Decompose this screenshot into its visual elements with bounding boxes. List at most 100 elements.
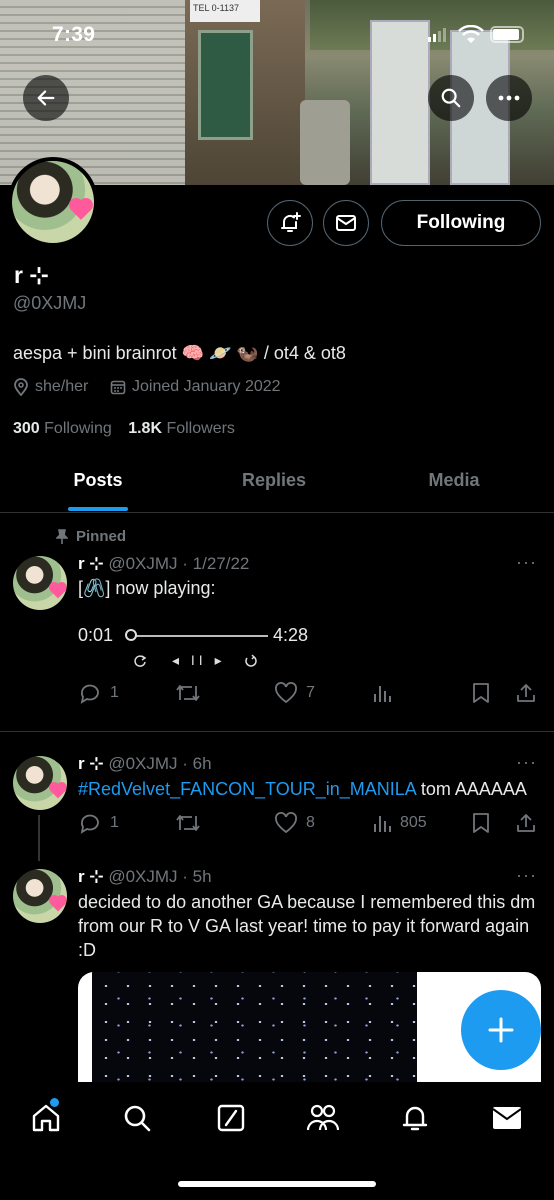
nav-explore[interactable] [117, 1098, 157, 1138]
tweet-author-name[interactable]: r ⊹ [78, 754, 104, 773]
tweet-author-name[interactable]: r ⊹ [78, 554, 104, 573]
tweet-header: r ⊹ @0XJMJ · 6h [78, 754, 212, 774]
like-count: 8 [306, 814, 315, 831]
bookmark-icon[interactable] [471, 682, 491, 704]
pinned-indicator: Pinned [56, 528, 126, 545]
following-link[interactable]: 300 Following [13, 420, 112, 437]
followers-link[interactable]: 1.8K Followers [128, 420, 235, 437]
back-arrow-icon [37, 90, 55, 106]
followers-label: Followers [166, 420, 235, 437]
retweet-icon [176, 815, 200, 831]
like-button[interactable]: 7 [274, 682, 315, 704]
profile-handle: @0XJMJ [13, 293, 87, 313]
tweet-author-name[interactable]: r ⊹ [78, 867, 104, 886]
following-button[interactable]: Following [381, 200, 541, 246]
tweet-more-button[interactable]: ··· [516, 865, 537, 886]
profile-bio: aespa + bini brainrot 🧠 🪐 🦦 / ot4 & ot8 [13, 343, 346, 363]
active-tab-indicator [68, 507, 128, 511]
share-icon[interactable] [515, 682, 537, 704]
follow-counts: 300 Following 1.8K Followers [13, 420, 235, 438]
following-count: 300 [13, 420, 40, 437]
banner-vending-machine [370, 20, 430, 185]
heart-sticker [71, 200, 91, 220]
notification-dot [50, 1098, 59, 1107]
nav-communities[interactable] [303, 1098, 343, 1138]
bookmark-icon[interactable] [471, 812, 491, 834]
player-controls[interactable]: ◂ II ▸ [172, 652, 226, 669]
player-end-time: 4:28 [273, 625, 309, 645]
home-icon [32, 1104, 60, 1132]
reply-button[interactable]: 1 [78, 812, 119, 834]
repeat-icon[interactable] [133, 654, 147, 668]
reply-icon [80, 814, 99, 834]
like-button[interactable]: 8 [274, 812, 315, 834]
pronouns-text: she/her [35, 378, 89, 395]
share-icon[interactable] [515, 812, 537, 834]
more-icon [498, 95, 520, 101]
home-indicator [178, 1181, 376, 1187]
calendar-icon [110, 380, 126, 395]
pinned-label: Pinned [76, 528, 127, 545]
profile-avatar[interactable] [8, 157, 98, 247]
heart-sticker [50, 896, 66, 912]
tweet-more-button[interactable]: ··· [516, 752, 537, 773]
nav-messages[interactable] [487, 1098, 527, 1138]
like-icon [275, 812, 297, 834]
explore-icon [124, 1105, 151, 1132]
tweet-avatar[interactable] [13, 556, 67, 610]
retweet-icon [176, 685, 200, 701]
tabs-divider [0, 512, 554, 513]
views-icon [374, 686, 391, 702]
tweet-divider [0, 731, 554, 732]
views-button[interactable] [372, 682, 400, 704]
banner-phone-booth [198, 30, 253, 140]
more-options-button[interactable] [486, 75, 532, 121]
tweet-text: [🖇️] now playing: [78, 578, 216, 598]
tab-posts[interactable]: Posts [46, 470, 150, 491]
reply-icon [80, 684, 99, 704]
tweet-avatar[interactable] [13, 756, 67, 810]
tweet-more-button[interactable]: ··· [516, 552, 537, 573]
following-label: Following [44, 420, 112, 437]
player-knob[interactable] [125, 629, 137, 641]
retweet-button[interactable] [175, 812, 209, 834]
compose-button[interactable] [461, 990, 541, 1070]
heart-sticker [50, 583, 66, 599]
nav-notifications[interactable] [395, 1098, 435, 1138]
shuffle-icon[interactable] [244, 654, 258, 668]
notify-button[interactable] [267, 200, 313, 246]
status-time: 7:39 [52, 23, 96, 46]
wifi-icon [458, 25, 484, 43]
hashtag-link[interactable]: #RedVelvet_FANCON_TOUR_in_MANILA [78, 779, 416, 799]
back-button[interactable] [23, 75, 69, 121]
banner-robot-figure [300, 100, 350, 185]
reply-button[interactable]: 1 [78, 682, 119, 704]
views-icon [374, 816, 391, 832]
communities-icon [306, 1104, 340, 1131]
thread-connector [38, 815, 40, 861]
nav-home[interactable] [26, 1098, 66, 1138]
search-button[interactable] [428, 75, 474, 121]
search-icon [441, 88, 461, 108]
cellular-signal-icon [428, 28, 446, 42]
views-count: 805 [400, 814, 427, 831]
followers-count: 1.8K [128, 420, 162, 437]
tweet-avatar[interactable] [13, 869, 67, 923]
nav-grok[interactable] [211, 1098, 251, 1138]
notifications-icon [402, 1106, 428, 1131]
retweet-button[interactable] [175, 682, 209, 704]
tab-media[interactable]: Media [402, 470, 506, 491]
compose-plus-icon [488, 1017, 514, 1043]
like-icon [275, 682, 297, 704]
tweet-text: #RedVelvet_FANCON_TOUR_in_MANILA tom AAA… [78, 777, 527, 801]
player-track[interactable] [128, 635, 268, 637]
mail-icon [336, 215, 356, 231]
message-button[interactable] [323, 200, 369, 246]
tweet-meta: @0XJMJ · 5h [108, 867, 212, 886]
location-icon [14, 378, 28, 396]
tab-replies[interactable]: Replies [222, 470, 326, 491]
profile-pronouns: she/her [13, 378, 88, 396]
tweet-meta: @0XJMJ · 6h [108, 754, 212, 773]
tweet-header: r ⊹ @0XJMJ · 1/27/22 [78, 554, 249, 574]
views-button[interactable]: 805 [372, 812, 427, 834]
